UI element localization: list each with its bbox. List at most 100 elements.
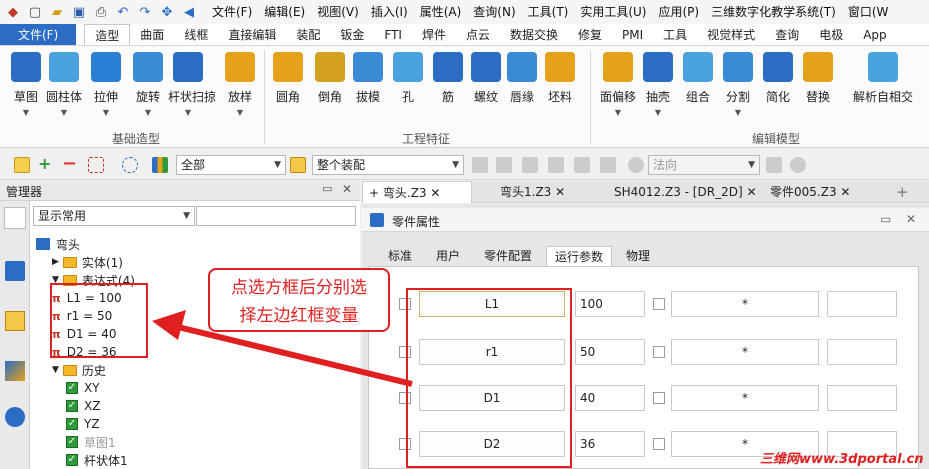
row-checkbox[interactable]	[653, 346, 665, 358]
filter-chart-icon[interactable]	[152, 157, 168, 173]
close-tab-icon[interactable]: ✕	[746, 185, 756, 199]
doc-tab[interactable]: 弯头1.Z3 ✕	[494, 181, 571, 203]
new-file-icon[interactable]: ▢	[26, 3, 44, 21]
expand-chevron-icon[interactable]: ▼	[52, 365, 59, 375]
properties-tab[interactable]: 零件配置	[476, 246, 540, 266]
menu-item[interactable]: 实用工具(U)	[574, 0, 652, 24]
menu-item[interactable]: 工具(T)	[522, 0, 575, 24]
box-select-icon[interactable]	[88, 157, 104, 173]
ribbon-tab[interactable]: 点云	[456, 24, 500, 45]
ribbon-button[interactable]: 坯料	[540, 52, 580, 105]
ribbon-button[interactable]: 圆柱体 ▼	[44, 52, 84, 117]
doc-tab[interactable]: SH4012.Z3 - [DR_2D] ✕	[608, 181, 763, 203]
part-library-icon[interactable]	[5, 311, 25, 331]
ribbon-button[interactable]: 螺纹	[466, 52, 506, 105]
ribbon-tab[interactable]: 曲面	[130, 24, 174, 45]
tree-item[interactable]: ✓ 草图1	[66, 433, 116, 451]
ribbon-tab[interactable]: 直接编辑	[218, 24, 286, 45]
restore-icon[interactable]: ▭	[880, 212, 891, 226]
tree-item[interactable]: ✓ 杆状体1	[66, 451, 128, 469]
menu-item[interactable]: 属性(A)	[414, 0, 468, 24]
add-icon[interactable]: +	[38, 156, 54, 173]
close-tab-icon[interactable]: ✕	[430, 186, 440, 200]
dropdown-arrow-icon[interactable]: ▼	[220, 108, 260, 117]
unit-button[interactable]: *	[671, 339, 819, 365]
tree-item[interactable]: ✓ YZ	[66, 415, 100, 433]
variable-value-field[interactable]: 100	[575, 291, 645, 317]
ribbon-button[interactable]: 拔模	[348, 52, 388, 105]
extra-field[interactable]	[827, 291, 897, 317]
redo-icon[interactable]: ↷	[136, 3, 154, 21]
ribbon-tab[interactable]: 数据交换	[500, 24, 568, 45]
toolbar-tool-icon[interactable]	[472, 157, 488, 173]
history-tree-icon[interactable]	[4, 207, 26, 229]
doc-tab[interactable]: 零件005.Z3 ✕	[764, 181, 856, 203]
extra-field[interactable]	[827, 339, 897, 365]
ribbon-button[interactable]: 圆角	[268, 52, 308, 105]
expand-chevron-icon[interactable]: ▶	[52, 257, 59, 267]
checkbox-checked[interactable]: ✓	[66, 436, 78, 448]
dropdown-arrow-icon[interactable]: ▼	[128, 108, 168, 117]
rotate-view-icon[interactable]: ✥	[158, 3, 176, 21]
assembly-tree-icon[interactable]	[5, 261, 25, 281]
properties-tab[interactable]: 标准	[380, 246, 420, 266]
properties-tab[interactable]: 运行参数	[546, 246, 613, 266]
variable-value-field[interactable]: 50	[575, 339, 645, 365]
checkbox-checked[interactable]: ✓	[66, 400, 78, 412]
checkbox-checked[interactable]: ✓	[66, 418, 78, 430]
select-pointer-icon[interactable]	[14, 157, 30, 173]
ribbon-button[interactable]: 旋转 ▼	[128, 52, 168, 117]
save-icon[interactable]: ▣	[70, 3, 88, 21]
ribbon-tab[interactable]: 焊件	[412, 24, 456, 45]
row-checkbox[interactable]	[653, 438, 665, 450]
ribbon-tab[interactable]: 线框	[174, 24, 218, 45]
close-tab-icon[interactable]: ✕	[840, 185, 850, 199]
ribbon-tab[interactable]: 钣金	[330, 24, 374, 45]
lasso-icon[interactable]	[122, 157, 138, 173]
tree-item[interactable]: ▶ 实体(1)	[52, 253, 123, 271]
visual-style-icon[interactable]	[5, 361, 25, 381]
new-tab-button[interactable]: +	[890, 181, 915, 203]
print-icon[interactable]: ⎙	[92, 3, 110, 21]
extra-field[interactable]	[827, 385, 897, 411]
pick-icon[interactable]	[766, 157, 782, 173]
dropdown-arrow-icon[interactable]: ▼	[638, 108, 678, 117]
dropdown-arrow-icon[interactable]: ▼	[44, 108, 84, 117]
ribbon-tab[interactable]: 查询	[765, 24, 809, 45]
ribbon-tab[interactable]: FTI	[374, 24, 412, 45]
close-icon[interactable]: ✕	[906, 212, 916, 226]
undo-icon[interactable]: ↶	[114, 3, 132, 21]
menu-item[interactable]: 插入(I)	[365, 0, 414, 24]
tree-item[interactable]: ✓ XZ	[66, 397, 100, 415]
unit-button[interactable]: *	[671, 291, 819, 317]
toolbar-tool-icon[interactable]	[574, 157, 590, 173]
open-folder-icon[interactable]: ▰	[48, 3, 66, 21]
dropdown-arrow-icon[interactable]: ▼	[168, 108, 208, 117]
doc-tab[interactable]: + 弯头.Z3 ✕	[362, 181, 472, 203]
toolbar-tool-icon[interactable]	[496, 157, 512, 173]
unit-button[interactable]: *	[671, 385, 819, 411]
menu-item[interactable]: 文件(F)	[206, 0, 258, 24]
ribbon-tab[interactable]: App	[853, 24, 896, 45]
row-checkbox[interactable]	[653, 392, 665, 404]
ribbon-button[interactable]: 唇缘	[502, 52, 542, 105]
close-tab-icon[interactable]: ✕	[555, 185, 565, 199]
variable-value-field[interactable]: 36	[575, 431, 645, 457]
pick-icon[interactable]	[790, 157, 806, 173]
ribbon-tab[interactable]: PMI	[612, 24, 653, 45]
filter-select[interactable]: 全部 ▼	[176, 155, 286, 175]
ribbon-button[interactable]: 组合	[678, 52, 718, 105]
ribbon-button[interactable]: 分割 ▼	[718, 52, 758, 117]
pin-icon[interactable]: ▭	[322, 182, 332, 195]
ribbon-tab[interactable]: 视觉样式	[697, 24, 765, 45]
ribbon-button[interactable]: 拉伸 ▼	[86, 52, 126, 117]
tree-item[interactable]: ✓ XY	[66, 379, 100, 397]
properties-tab[interactable]: 用户	[428, 246, 468, 266]
ribbon-button[interactable]: 草图 ▼	[6, 52, 46, 117]
display-filter-select[interactable]: 显示常用 ▼	[33, 206, 195, 226]
ribbon-button[interactable]: 解析自相交	[850, 52, 916, 105]
ribbon-tab[interactable]: 电极	[809, 24, 853, 45]
close-icon[interactable]: ✕	[342, 182, 352, 196]
row-checkbox[interactable]	[653, 298, 665, 310]
checkbox-checked[interactable]: ✓	[66, 382, 78, 394]
